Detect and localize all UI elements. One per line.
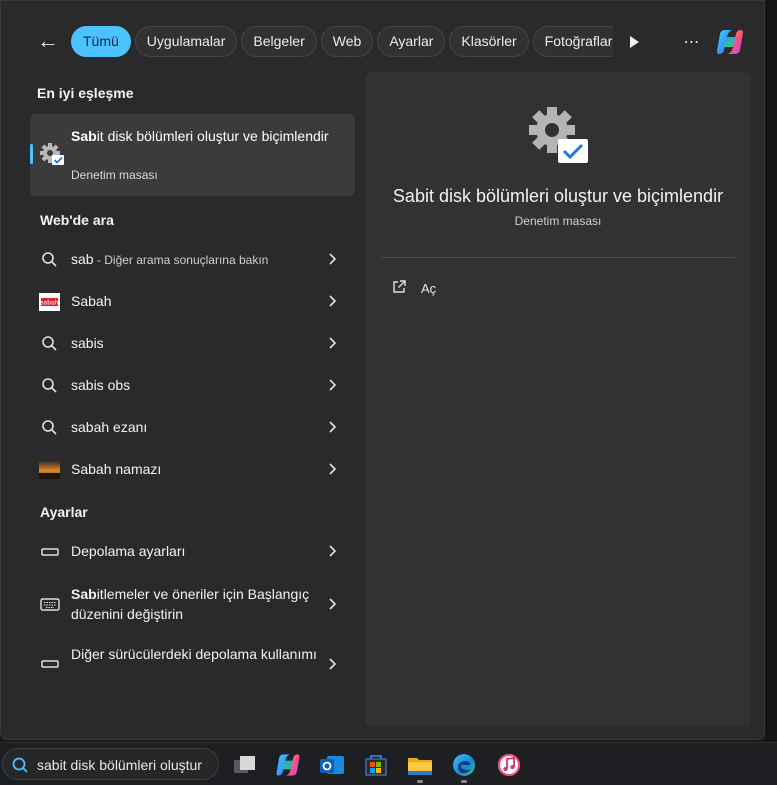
running-indicator	[417, 780, 423, 783]
file-explorer-icon	[408, 758, 432, 775]
selection-indicator	[30, 144, 33, 164]
running-indicator	[461, 780, 467, 783]
filter-chip-all[interactable]: Tümü	[71, 26, 131, 57]
taskbar-itunes[interactable]	[494, 750, 524, 780]
open-external-icon	[393, 280, 406, 293]
filter-chips: Tümü Uygulamalar Belgeler Web Ayarlar Klasörl…	[71, 26, 613, 58]
web-result-label: Sabah	[71, 293, 112, 309]
settings-gear-check-icon	[529, 107, 588, 163]
search-icon	[42, 420, 57, 435]
settings-result-start-layout[interactable]: Sabitlemeler ve öneriler için Başlangıç …	[30, 582, 355, 626]
chevron-right-icon	[329, 295, 337, 307]
store-icon	[365, 755, 387, 776]
taskbar-search-input[interactable]	[37, 755, 213, 775]
filter-chip-web[interactable]: Web	[320, 26, 374, 57]
start-search-panel: ← Tümü Uygulamalar Belgeler Web Ayarlar Klasö…	[0, 0, 765, 740]
settings-gear-check-icon	[40, 143, 64, 165]
chevron-right-icon	[329, 598, 337, 610]
chevron-right-icon	[329, 545, 337, 557]
web-result-sabis[interactable]: sabis	[30, 324, 355, 364]
settings-heading: Ayarlar	[40, 504, 88, 520]
back-arrow-icon: ←	[37, 28, 59, 53]
search-filter-bar: ← Tümü Uygulamalar Belgeler Web Ayarlar Klasö…	[1, 25, 766, 59]
settings-result-label: Depolama ayarları	[71, 543, 186, 559]
result-detail-pane: Sabit disk bölümleri oluştur ve biçimlen…	[365, 72, 751, 726]
open-action[interactable]: Aç	[387, 275, 507, 301]
filter-chip-settings[interactable]: Ayarlar	[377, 26, 446, 57]
keyboard-icon	[40, 598, 60, 611]
edge-icon	[453, 754, 475, 776]
chevron-right-icon	[329, 463, 337, 475]
chevron-right-icon	[329, 253, 337, 265]
taskbar-task-view[interactable]	[230, 750, 260, 780]
web-result-sabah-ezani[interactable]: sabah ezanı	[30, 408, 355, 448]
desktop-background	[765, 0, 777, 745]
search-icon	[42, 378, 57, 393]
best-match-title: Sabit disk bölümleri oluştur ve biçimlen…	[71, 128, 329, 144]
settings-result-label: Diğer sürücülerdeki depolama kullanımı	[71, 646, 317, 662]
search-icon	[12, 757, 28, 773]
copilot-icon	[717, 30, 743, 54]
best-match-subtitle: Denetim masası	[71, 168, 158, 182]
itunes-icon	[498, 754, 520, 776]
best-match-heading: En iyi eşleşme	[37, 85, 134, 101]
taskbar-outlook[interactable]	[317, 750, 347, 780]
web-result-sabah-namazi[interactable]: Sabah namazı	[30, 450, 355, 490]
copilot-icon	[276, 754, 300, 776]
settings-result-storage[interactable]: Depolama ayarları	[30, 532, 355, 572]
web-result-label: sabah ezanı	[71, 419, 148, 435]
filter-chip-apps[interactable]: Uygulamalar	[134, 26, 238, 57]
back-button[interactable]: ←	[37, 28, 61, 53]
search-icon	[42, 252, 57, 267]
taskbar-edge[interactable]	[449, 750, 479, 783]
settings-result-label: Sabitlemeler ve öneriler için Başlangıç …	[71, 586, 310, 622]
chevron-right-icon	[329, 421, 337, 433]
taskbar-search-box[interactable]	[2, 748, 219, 780]
detail-subtitle: Denetim masası	[514, 214, 602, 228]
web-result-label: Sabah namazı	[71, 461, 162, 477]
taskbar-copilot[interactable]	[273, 750, 303, 780]
open-action-label: Aç	[421, 281, 437, 296]
filter-chip-folders[interactable]: Klasörler	[449, 26, 529, 57]
web-result-sab[interactable]: sab - Diğer arama sonuçlarına bakın	[30, 240, 355, 280]
web-result-label: sabis obs	[71, 377, 131, 393]
taskbar-file-explorer[interactable]	[405, 750, 435, 783]
detail-divider	[381, 257, 735, 258]
web-result-label: sab - Diğer arama sonuçlarına bakın	[71, 251, 269, 267]
more-options-button[interactable]: ⋯	[680, 32, 704, 52]
search-icon	[42, 336, 57, 351]
storage-icon	[41, 548, 59, 556]
chevron-right-icon	[329, 379, 337, 391]
chevron-right-icon	[329, 337, 337, 349]
copilot-button[interactable]	[713, 25, 749, 59]
taskbar	[0, 742, 777, 785]
best-match-result[interactable]: Sabit disk bölümleri oluştur ve biçimlen…	[30, 114, 355, 196]
sunrise-thumbnail-icon	[39, 461, 60, 479]
svg-text:sabah: sabah	[40, 300, 58, 307]
filter-chip-photos[interactable]: Fotoğraflar	[532, 26, 613, 57]
filter-chip-documents[interactable]: Belgeler	[241, 26, 317, 57]
taskbar-store[interactable]	[361, 750, 391, 780]
outlook-icon	[320, 756, 344, 774]
chevron-right-icon	[329, 658, 337, 670]
web-search-heading: Web'de ara	[40, 212, 114, 228]
detail-title: Sabit disk bölümleri oluştur ve biçimlen…	[392, 186, 724, 206]
more-dots-icon: ⋯	[683, 34, 701, 51]
play-arrow-icon	[630, 36, 639, 48]
web-result-sabis-obs[interactable]: sabis obs	[30, 366, 355, 406]
scroll-filters-button[interactable]	[627, 34, 641, 50]
web-result-label: sabis	[71, 335, 104, 351]
drive-icon	[41, 660, 59, 668]
settings-result-other-drives[interactable]: Diğer sürücülerdeki depolama kullanımı	[30, 642, 355, 686]
sabah-logo-icon: sabah	[39, 293, 60, 311]
web-result-sabah[interactable]: sabah Sabah	[30, 282, 355, 322]
task-view-icon	[234, 756, 255, 773]
